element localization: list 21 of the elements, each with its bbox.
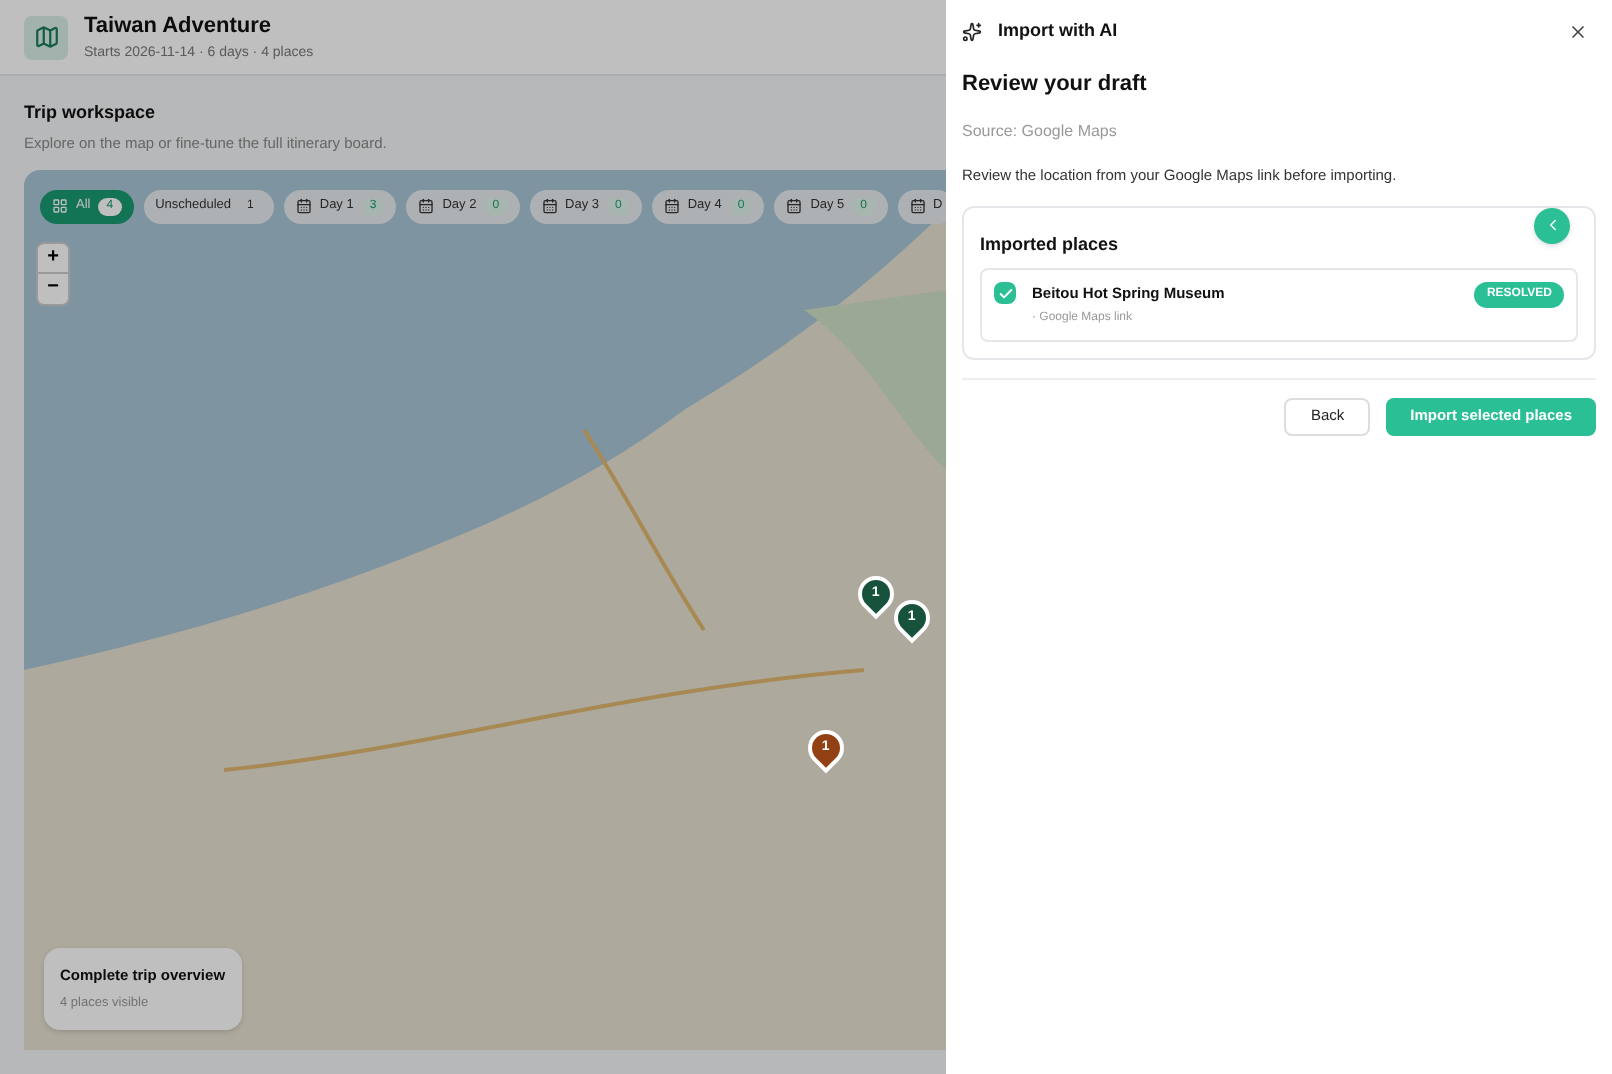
grid-icon <box>52 198 68 215</box>
calendar-icon <box>663 198 680 215</box>
calendar-icon <box>909 198 926 215</box>
place-checkbox[interactable] <box>994 282 1016 305</box>
collapse-button[interactable] <box>1534 207 1570 244</box>
workspace-title: Trip workspace <box>24 100 158 126</box>
zoom-in-button[interactable]: + <box>38 243 68 274</box>
calendar-icon <box>418 198 435 215</box>
drawer-title: Import with AI <box>998 18 1118 45</box>
dim-overlay[interactable] <box>0 0 946 1074</box>
map-logo-icon <box>24 15 68 59</box>
section-title: Imported places <box>980 231 1121 258</box>
calendar-icon <box>541 198 558 215</box>
draft-heading: Review your draft <box>962 70 1149 100</box>
source-text: Source: Google Maps <box>962 119 1119 143</box>
trip-title: Taiwan Adventure <box>84 12 274 42</box>
sparkle-icon <box>962 22 982 42</box>
close-icon[interactable] <box>1568 22 1588 42</box>
calendar-icon <box>295 198 312 215</box>
zoom-out-button[interactable]: − <box>38 273 68 304</box>
calendar-icon <box>786 198 803 215</box>
